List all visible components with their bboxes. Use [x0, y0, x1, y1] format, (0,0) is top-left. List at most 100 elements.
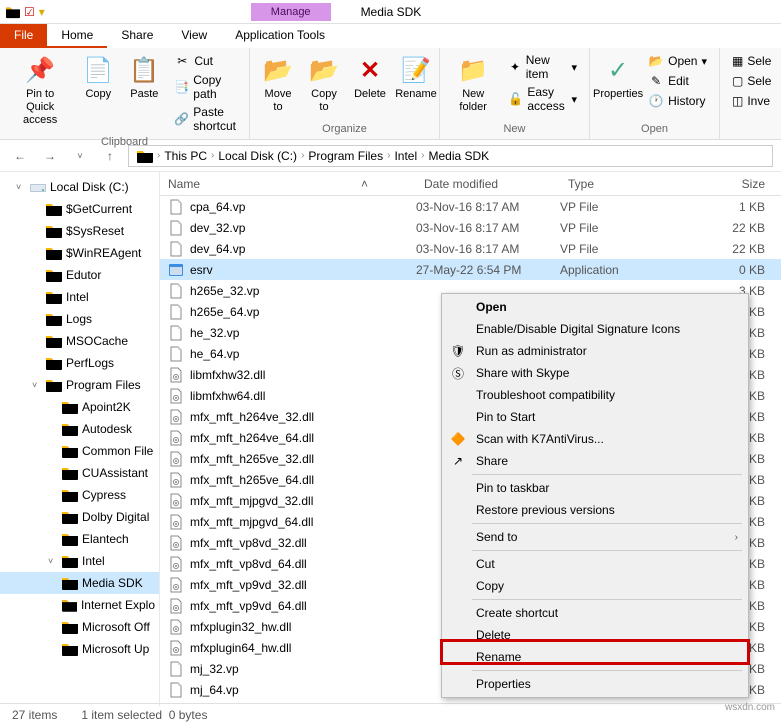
file-name: he_32.vp [190, 326, 239, 340]
paste-button[interactable]: 📋 Paste [124, 52, 164, 103]
paste-shortcut-button[interactable]: 🔗Paste shortcut [170, 104, 241, 134]
tab-home[interactable]: Home [47, 24, 107, 48]
tab-view[interactable]: View [167, 24, 221, 48]
menu-item-share[interactable]: ↗Share [444, 450, 746, 472]
invert-selection-button[interactable]: ◫Inve [728, 92, 767, 110]
delete-button[interactable]: ✕ Delete [350, 52, 390, 103]
breadcrumb-item[interactable]: Program Files [308, 149, 383, 163]
select-all-button[interactable]: ▦Sele [728, 52, 767, 70]
tree-item[interactable]: Intel [0, 286, 159, 308]
column-headers[interactable]: Name˄ Date modified Type Size [160, 172, 781, 196]
menu-item-pin-to-taskbar[interactable]: Pin to taskbar [444, 477, 746, 499]
menu-item-troubleshoot-compatibility[interactable]: Troubleshoot compatibility [444, 384, 746, 406]
file-row[interactable]: esrv27-May-22 6:54 PMApplication0 KB [160, 259, 781, 280]
tree-item[interactable]: PerfLogs [0, 352, 159, 374]
expand-icon[interactable]: ˅ [48, 552, 58, 570]
tree-item[interactable]: CUAssistant [0, 462, 159, 484]
file-icon [168, 220, 184, 236]
rename-button[interactable]: 📝 Rename [396, 52, 436, 103]
tree-item[interactable]: ˅Local Disk (C:) [0, 176, 159, 198]
properties-button[interactable]: ✓ Properties [598, 52, 638, 103]
up-button[interactable]: ↑ [98, 144, 122, 168]
column-date[interactable]: Date modified [416, 177, 560, 191]
tree-item[interactable]: ˅ Intel [0, 550, 159, 572]
breadcrumb-item[interactable]: Media SDK [428, 149, 489, 163]
recent-dropdown[interactable]: ˅ [68, 144, 92, 168]
file-row[interactable]: dev_32.vp03-Nov-16 8:17 AMVP File22 KB [160, 217, 781, 238]
breadcrumb-item[interactable]: Intel [394, 149, 417, 163]
menu-item-pin-to-start[interactable]: Pin to Start [444, 406, 746, 428]
menu-item-create-shortcut[interactable]: Create shortcut [444, 602, 746, 624]
breadcrumb-item[interactable]: This PC [164, 149, 207, 163]
edit-icon: ✎ [648, 73, 664, 89]
column-size[interactable]: Size [680, 177, 781, 191]
menu-item-restore-previous-versions[interactable]: Restore previous versions [444, 499, 746, 521]
forward-button[interactable]: → [38, 144, 62, 168]
copy-button[interactable]: 📄 Copy [78, 52, 118, 103]
menu-item-share-with-skype[interactable]: ⓈShare with Skype [444, 362, 746, 384]
tree-item[interactable]: Autodesk [0, 418, 159, 440]
tree-item[interactable]: Apoint2K [0, 396, 159, 418]
tab-application-tools[interactable]: Application Tools [221, 24, 339, 48]
tree-item[interactable]: Edutor [0, 264, 159, 286]
tree-item[interactable]: Cypress [0, 484, 159, 506]
history-button[interactable]: 🕐History [644, 92, 711, 110]
cut-button[interactable]: ✂Cut [170, 52, 241, 70]
breadcrumb-item[interactable]: Local Disk (C:) [218, 149, 297, 163]
move-to-button[interactable]: 📂 Move to [258, 52, 298, 116]
expand-icon[interactable]: ˅ [16, 178, 26, 196]
column-type[interactable]: Type [560, 177, 680, 191]
folder-icon [62, 642, 78, 656]
open-button[interactable]: 📂Open ▾ [644, 52, 711, 70]
tree-item[interactable]: Logs [0, 308, 159, 330]
menu-item-open[interactable]: Open [444, 296, 746, 318]
pin-quick-access-button[interactable]: 📌 Pin to Quick access [8, 52, 72, 130]
menu-item-delete[interactable]: Delete [444, 624, 746, 646]
tree-item[interactable]: Internet Explo [0, 594, 159, 616]
tree-item[interactable]: MSOCache [0, 330, 159, 352]
menu-item-rename[interactable]: Rename [444, 646, 746, 668]
file-row[interactable]: dev_64.vp03-Nov-16 8:17 AMVP File22 KB [160, 238, 781, 259]
menu-item-send-to[interactable]: Send to› [444, 526, 746, 548]
tab-share[interactable]: Share [107, 24, 167, 48]
breadcrumb[interactable]: › This PC› Local Disk (C:)› Program File… [128, 145, 773, 167]
file-row[interactable]: cpa_64.vp03-Nov-16 8:17 AMVP File1 KB [160, 196, 781, 217]
menu-item-run-as-administrator[interactable]: 🛡Run as administrator [444, 340, 746, 362]
new-folder-button[interactable]: 📁 New folder [448, 52, 498, 116]
menu-item-properties[interactable]: Properties [444, 673, 746, 695]
tab-file[interactable]: File [0, 24, 47, 48]
menu-item-scan-with-k7antivirus-[interactable]: 🔶Scan with K7AntiVirus... [444, 428, 746, 450]
menu-item-enable-disable-digital-signature-icons[interactable]: Enable/Disable Digital Signature Icons [444, 318, 746, 340]
menu-item-cut[interactable]: Cut [444, 553, 746, 575]
qat-checkbox-icon[interactable]: ☑ [24, 5, 35, 19]
navigation-tree[interactable]: ˅Local Disk (C:)$GetCurrent$SysReset$Win… [0, 172, 160, 706]
edit-button[interactable]: ✎Edit [644, 72, 711, 90]
contextual-tab-manage[interactable]: Manage [251, 3, 331, 21]
tree-item[interactable]: Media SDK [0, 572, 159, 594]
tree-item[interactable]: $GetCurrent [0, 198, 159, 220]
new-item-icon: ✦ [508, 59, 521, 75]
tree-label: Intel [82, 552, 105, 570]
select-none-button[interactable]: ▢Sele [728, 72, 767, 90]
qat-new-folder-icon[interactable]: ▾ [39, 5, 45, 19]
tree-item[interactable]: Common File [0, 440, 159, 462]
menu-item-copy[interactable]: Copy [444, 575, 746, 597]
copy-path-button[interactable]: 📑Copy path [170, 72, 241, 102]
tree-item[interactable]: Microsoft Off [0, 616, 159, 638]
expand-icon[interactable]: ˅ [32, 376, 42, 394]
tree-item[interactable]: Dolby Digital [0, 506, 159, 528]
column-name[interactable]: Name˄ [160, 177, 416, 191]
tree-item[interactable]: Elantech [0, 528, 159, 550]
back-button[interactable]: ← [8, 144, 32, 168]
folder-icon [62, 554, 78, 568]
context-menu[interactable]: OpenEnable/Disable Digital Signature Ico… [441, 293, 749, 698]
tree-item[interactable]: $WinREAgent [0, 242, 159, 264]
history-icon: 🕐 [648, 93, 664, 109]
tree-item[interactable]: ˅Program Files [0, 374, 159, 396]
copy-to-button[interactable]: 📂 Copy to [304, 52, 344, 116]
tree-item[interactable]: $SysReset [0, 220, 159, 242]
menu-separator [472, 523, 742, 524]
tree-item[interactable]: Microsoft Up [0, 638, 159, 660]
new-item-button[interactable]: ✦New item ▾ [504, 52, 581, 82]
easy-access-button[interactable]: 🔓Easy access ▾ [504, 84, 581, 114]
